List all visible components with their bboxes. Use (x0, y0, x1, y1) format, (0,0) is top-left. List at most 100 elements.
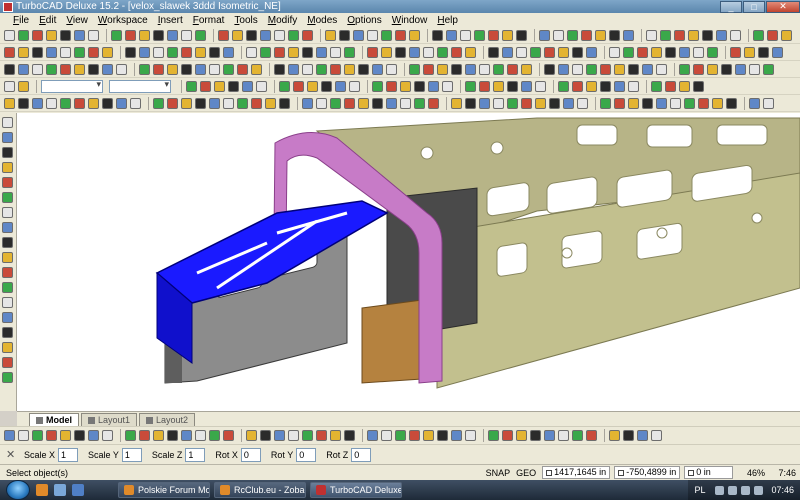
tool-button-icon[interactable] (735, 63, 746, 75)
firefox-quicklaunch-icon[interactable] (36, 484, 48, 496)
tool-button-icon[interactable] (209, 97, 220, 109)
tool-button-icon[interactable] (2, 237, 13, 248)
tool-button-icon[interactable] (623, 46, 634, 58)
tool-button-icon[interactable] (18, 46, 29, 58)
tool-button-icon[interactable] (102, 97, 113, 109)
tool-button-icon[interactable] (707, 46, 718, 58)
tool-button-icon[interactable] (423, 46, 434, 58)
tool-button-icon[interactable] (367, 46, 378, 58)
close-button[interactable]: ✕ (766, 0, 800, 13)
tool-button-icon[interactable] (600, 63, 611, 75)
layer-dropdown[interactable] (41, 79, 103, 93)
tool-button-icon[interactable] (2, 132, 13, 143)
tool-button-icon[interactable] (688, 29, 699, 41)
tool-button-icon[interactable] (516, 29, 527, 41)
tool-button-icon[interactable] (684, 97, 695, 109)
tool-button-icon[interactable] (698, 97, 709, 109)
tool-button-icon[interactable] (386, 97, 397, 109)
tool-button-icon[interactable] (153, 430, 164, 441)
tool-button-icon[interactable] (88, 63, 99, 75)
tab-layout2[interactable]: Layout2 (139, 413, 196, 426)
tool-button-icon[interactable] (60, 97, 71, 109)
task-turbocad[interactable]: TurboCAD Deluxe 1... (310, 482, 402, 498)
tool-button-icon[interactable] (228, 80, 239, 92)
rot-y-input[interactable]: 0 (296, 447, 317, 462)
tool-button-icon[interactable] (214, 80, 225, 92)
tool-button-icon[interactable] (167, 97, 178, 109)
task-rcclub[interactable]: RcClub.eu - Zobacz ... (214, 482, 306, 498)
explorer-quicklaunch-icon[interactable] (54, 484, 66, 496)
tool-button-icon[interactable] (195, 97, 206, 109)
tool-button-icon[interactable] (428, 97, 439, 109)
tool-button-icon[interactable] (316, 63, 327, 75)
tool-button-icon[interactable] (614, 97, 625, 109)
drawing-canvas[interactable] (17, 113, 800, 411)
tool-button-icon[interactable] (251, 97, 262, 109)
tool-button-icon[interactable] (577, 97, 588, 109)
menu-format[interactable]: Format (188, 15, 230, 26)
tool-button-icon[interactable] (716, 29, 727, 41)
tool-button-icon[interactable] (674, 29, 685, 41)
minimize-button[interactable]: _ (720, 0, 742, 13)
tool-button-icon[interactable] (553, 29, 564, 41)
volume-icon[interactable] (741, 485, 751, 495)
tool-button-icon[interactable] (651, 430, 662, 441)
tool-button-icon[interactable] (167, 29, 178, 41)
menu-modify[interactable]: Modify (263, 15, 302, 26)
tool-button-icon[interactable] (88, 29, 99, 41)
tool-button-icon[interactable] (60, 63, 71, 75)
tool-button-icon[interactable] (316, 46, 327, 58)
tool-button-icon[interactable] (539, 29, 550, 41)
tool-button-icon[interactable] (274, 63, 285, 75)
tool-button-icon[interactable] (507, 80, 518, 92)
tool-button-icon[interactable] (460, 29, 471, 41)
tool-button-icon[interactable] (181, 97, 192, 109)
tool-button-icon[interactable] (502, 430, 513, 441)
tool-button-icon[interactable] (586, 46, 597, 58)
tool-button-icon[interactable] (367, 430, 378, 441)
tool-button-icon[interactable] (74, 46, 85, 58)
tool-button-icon[interactable] (302, 29, 313, 41)
tool-button-icon[interactable] (479, 63, 490, 75)
tool-button-icon[interactable] (558, 80, 569, 92)
tool-button-icon[interactable] (32, 29, 43, 41)
tool-button-icon[interactable] (153, 29, 164, 41)
tool-button-icon[interactable] (223, 97, 234, 109)
tool-button-icon[interactable] (660, 29, 671, 41)
menu-insert[interactable]: Insert (153, 15, 188, 26)
tool-button-icon[interactable] (237, 97, 248, 109)
tool-button-icon[interactable] (479, 97, 490, 109)
tool-button-icon[interactable] (730, 29, 741, 41)
tool-button-icon[interactable] (223, 430, 234, 441)
tool-button-icon[interactable] (46, 46, 57, 58)
tool-button-icon[interactable] (665, 80, 676, 92)
tool-button-icon[interactable] (130, 97, 141, 109)
tool-button-icon[interactable] (502, 46, 513, 58)
tool-button-icon[interactable] (451, 430, 462, 441)
tool-button-icon[interactable] (693, 63, 704, 75)
tool-button-icon[interactable] (32, 46, 43, 58)
tool-button-icon[interactable] (679, 63, 690, 75)
tool-button-icon[interactable] (381, 430, 392, 441)
tool-button-icon[interactable] (302, 63, 313, 75)
tool-button-icon[interactable] (693, 46, 704, 58)
tool-button-icon[interactable] (651, 80, 662, 92)
tool-button-icon[interactable] (563, 97, 574, 109)
tool-button-icon[interactable] (614, 80, 625, 92)
menu-tools[interactable]: Tools (229, 15, 262, 26)
tool-button-icon[interactable] (400, 97, 411, 109)
tool-button-icon[interactable] (558, 63, 569, 75)
tool-button-icon[interactable] (372, 63, 383, 75)
tool-button-icon[interactable] (316, 97, 327, 109)
tool-button-icon[interactable] (767, 29, 778, 41)
tool-button-icon[interactable] (386, 80, 397, 92)
tool-button-icon[interactable] (614, 63, 625, 75)
scale-z-input[interactable]: 1 (185, 447, 206, 462)
tool-button-icon[interactable] (2, 252, 13, 263)
tool-button-icon[interactable] (2, 372, 13, 383)
menu-help[interactable]: Help (432, 15, 463, 26)
tool-button-icon[interactable] (74, 29, 85, 41)
tool-button-icon[interactable] (293, 80, 304, 92)
menu-edit[interactable]: Edit (34, 15, 61, 26)
tool-button-icon[interactable] (502, 29, 513, 41)
